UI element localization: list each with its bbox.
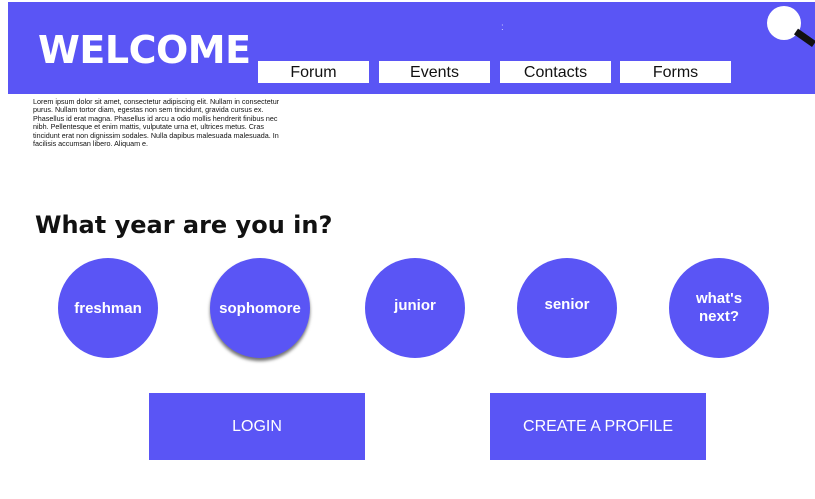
header-dot: : [501, 22, 504, 33]
year-label: sophomore [219, 299, 301, 317]
create-profile-button[interactable]: CREATE A PROFILE [490, 393, 706, 460]
nav-forum[interactable]: Forum [258, 61, 369, 83]
year-junior-button[interactable]: junior [365, 258, 465, 358]
year-sophomore-button[interactable]: sophomore [210, 258, 310, 358]
create-profile-label: CREATE A PROFILE [523, 417, 673, 435]
login-button[interactable]: LOGIN [149, 393, 365, 460]
welcome-title: WELCOME [38, 28, 251, 72]
year-freshman-button[interactable]: freshman [58, 258, 158, 358]
login-label: LOGIN [232, 417, 282, 435]
year-label: junior [394, 296, 436, 314]
nav-events[interactable]: Events [379, 61, 490, 83]
nav-forms[interactable]: Forms [620, 61, 731, 83]
year-question: What year are you in? [35, 211, 333, 239]
year-senior-button[interactable]: senior [517, 258, 617, 358]
year-whats-next-button[interactable]: what's next? [669, 258, 769, 358]
year-label: what's next? [695, 290, 743, 325]
nav-contacts[interactable]: Contacts [500, 61, 611, 83]
year-label: senior [544, 295, 590, 313]
year-label: freshman [74, 299, 142, 317]
intro-text: Lorem ipsum dolor sit amet, consectetur … [33, 97, 280, 149]
